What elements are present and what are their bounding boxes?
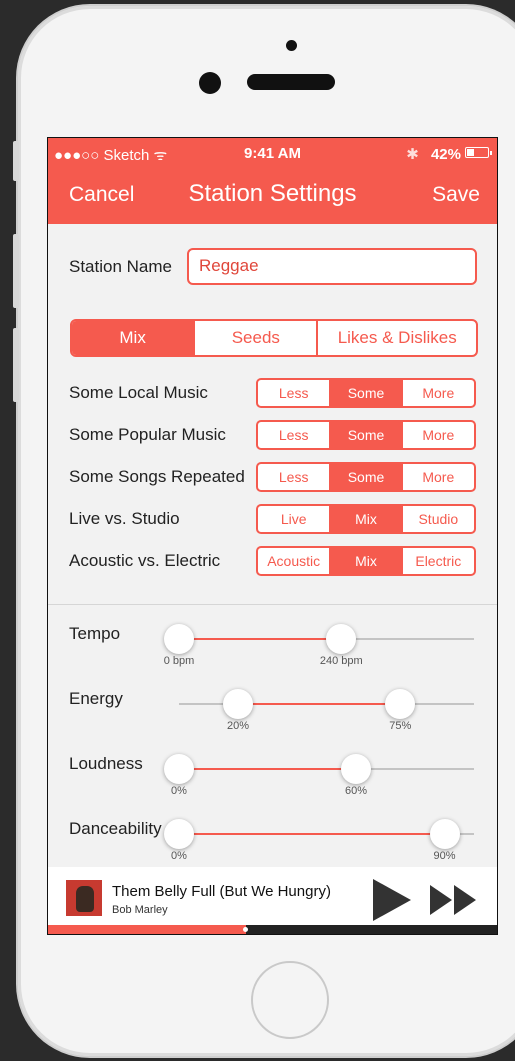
tab-seeds[interactable]: Seeds	[195, 321, 319, 355]
slider-label: Loudness	[69, 754, 143, 773]
song-title: Them Belly Full (But We Hungry)	[112, 883, 331, 900]
camera-dot	[286, 40, 297, 51]
bluetooth-icon: ✱	[406, 146, 419, 163]
option-label: Acoustic vs. Electric	[69, 551, 221, 570]
slider-knob-low[interactable]	[164, 754, 194, 784]
segment-button[interactable]: Live	[258, 506, 331, 532]
slider-value-label: 0 bpm	[163, 655, 195, 667]
volume-down-button	[13, 328, 19, 402]
front-camera	[199, 72, 221, 94]
slider-range	[238, 703, 401, 705]
segment-button[interactable]: Less	[258, 422, 331, 448]
top-bar: ●●●○○ Sketch ᯤ 9:41 AM ✱ 42% Cancel Stat…	[48, 138, 497, 224]
slider-value-label: 20%	[226, 720, 250, 732]
earpiece-speaker	[247, 74, 335, 90]
section-divider	[48, 604, 497, 605]
option-label: Some Songs Repeated	[69, 467, 245, 486]
segment-button[interactable]: More	[403, 464, 474, 490]
segment-button[interactable]: More	[403, 422, 474, 448]
slider-value-label: 240 bpm	[319, 655, 363, 667]
tab-mix[interactable]: Mix	[72, 321, 196, 355]
slider-range	[179, 638, 342, 640]
tab-likes-dislikes[interactable]: Likes & Dislikes	[318, 321, 476, 355]
segment-button[interactable]: Electric	[403, 548, 474, 574]
nav-bar: Cancel Station Settings Save	[48, 180, 497, 216]
slider-value-label: 0%	[171, 850, 187, 862]
app-screen: ●●●○○ Sketch ᯤ 9:41 AM ✱ 42% Cancel Stat…	[47, 137, 498, 935]
slider-value-label: 75%	[389, 720, 412, 732]
segment-button[interactable]: More	[403, 380, 474, 406]
slider-knob-high[interactable]	[326, 624, 357, 654]
option-segmented-control: Less Some More	[256, 420, 476, 450]
station-name-input[interactable]: Reggae	[187, 248, 477, 285]
slider-knob-high[interactable]	[341, 754, 371, 784]
slider-knob-high[interactable]	[385, 689, 416, 719]
slider-knob-low[interactable]	[164, 819, 194, 849]
slider-knob-low[interactable]	[223, 689, 253, 719]
slider-label: Energy	[69, 689, 123, 708]
home-button[interactable]	[251, 961, 329, 1039]
option-label: Live vs. Studio	[69, 509, 180, 528]
segment-button[interactable]: Less	[258, 464, 331, 490]
slider-range	[179, 768, 356, 770]
option-segmented-control: Less Some More	[256, 462, 476, 492]
fast-forward-icon[interactable]	[430, 883, 478, 917]
battery-icon	[465, 147, 492, 158]
artist-name: Bob Marley	[112, 904, 168, 916]
tab-bar: Mix Seeds Likes & Dislikes	[70, 319, 478, 357]
slider-knob-high[interactable]	[429, 819, 460, 849]
slider-value-label: 0%	[171, 785, 187, 797]
slider-label: Tempo	[69, 624, 121, 643]
battery-percent-text: 42%	[430, 146, 461, 163]
segment-button[interactable]: Studio	[403, 506, 474, 532]
segment-button[interactable]: Mix	[330, 548, 403, 574]
save-button[interactable]: Save	[432, 183, 480, 207]
page-title: Station Settings	[188, 180, 357, 207]
mute-switch	[13, 141, 19, 181]
volume-up-button	[13, 234, 19, 308]
segment-button[interactable]: Some	[330, 380, 403, 406]
slider-value-label: 60%	[344, 785, 368, 797]
segment-button[interactable]: Some	[330, 422, 403, 448]
play-icon[interactable]	[373, 879, 411, 921]
slider-range	[179, 833, 445, 835]
segment-button[interactable]: Some	[330, 464, 403, 490]
option-segmented-control: Acoustic Mix Electric	[256, 546, 476, 576]
segment-button[interactable]: Acoustic	[258, 548, 331, 574]
now-playing-bar: Them Belly Full (But We Hungry) Bob Marl…	[48, 867, 497, 925]
slider-knob-low[interactable]	[164, 624, 194, 654]
battery-percent: ✱ 42%	[406, 145, 461, 163]
album-art[interactable]	[66, 880, 102, 916]
slider-label: Danceability	[69, 819, 162, 838]
option-label: Some Popular Music	[69, 425, 226, 444]
station-name-label: Station Name	[69, 257, 172, 276]
segment-button[interactable]: Less	[258, 380, 331, 406]
segment-button[interactable]: Mix	[330, 506, 403, 532]
option-label: Some Local Music	[69, 383, 208, 402]
playback-progress[interactable]	[48, 925, 497, 934]
option-segmented-control: Less Some More	[256, 378, 476, 408]
option-segmented-control: Live Mix Studio	[256, 504, 476, 534]
slider-value-label: 90%	[433, 850, 456, 862]
status-bar: ●●●○○ Sketch ᯤ 9:41 AM ✱ 42%	[48, 145, 497, 164]
